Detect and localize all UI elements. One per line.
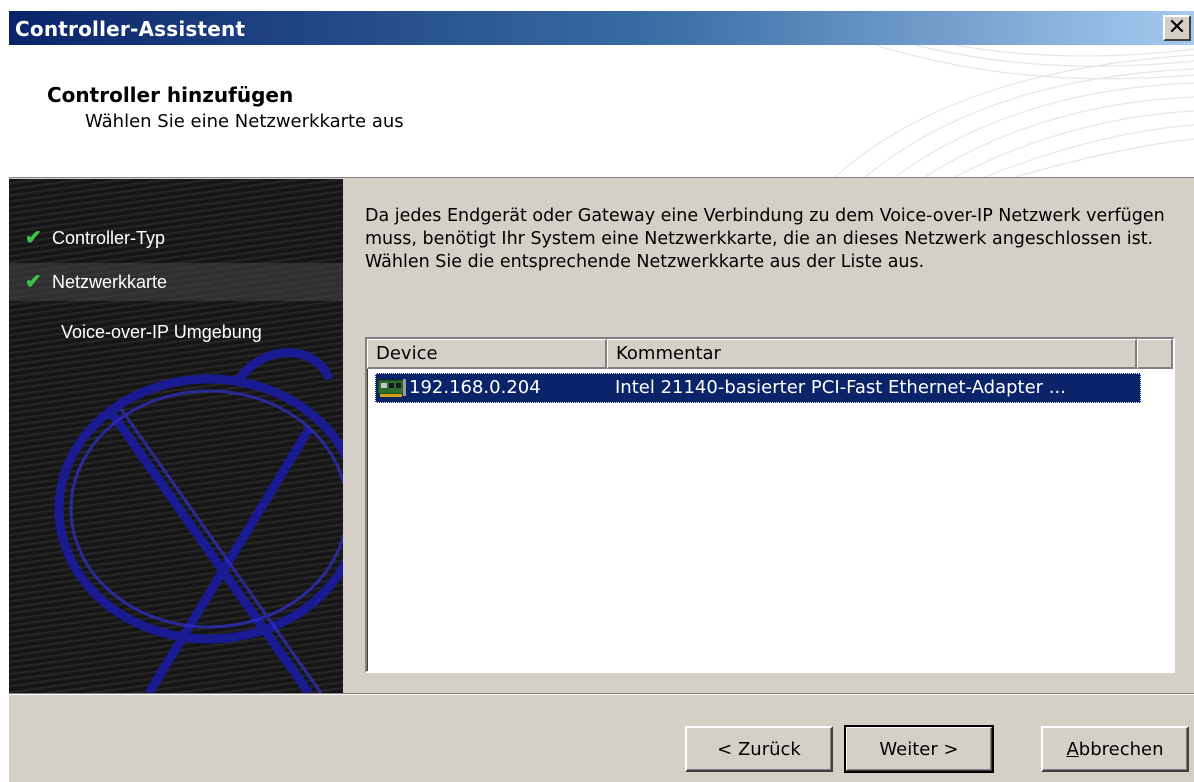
cancel-button-label: Abbrechen — [1066, 739, 1163, 760]
wizard-content: Da jedes Endgerät oder Gateway eine Verb… — [343, 179, 1194, 693]
window-title: Controller-Assistent — [15, 17, 246, 41]
wizard-footer: < Zurück Weiter > Abbrechen — [9, 693, 1194, 782]
row-comment: Intel 21140-basierter PCI-Fast Ethernet-… — [615, 377, 1066, 398]
next-button-label: Weiter > — [879, 738, 959, 760]
column-header-filler — [1137, 339, 1173, 369]
sidebar-step-label: Controller-Typ — [52, 228, 166, 248]
title-bar[interactable]: Controller-Assistent ✕ — [9, 11, 1194, 45]
checkmark-icon: ✔ — [25, 227, 42, 249]
description-text: Da jedes Endgerät oder Gateway eine Verb… — [365, 206, 1165, 272]
column-header-label: Kommentar — [616, 343, 721, 364]
close-icon: ✕ — [1167, 15, 1187, 40]
back-button-label: < Zurück — [717, 738, 801, 760]
sidebar-step-controller-typ: ✔ Controller-Typ — [9, 219, 343, 257]
column-header-device[interactable]: Device — [367, 339, 607, 369]
wizard-window: Controller-Assistent ✕ Controller hinzuf… — [8, 10, 1194, 782]
next-button[interactable]: Weiter > — [844, 725, 994, 773]
sidebar-step-label: Netzwerkkarte — [52, 272, 168, 292]
cancel-button[interactable]: Abbrechen — [1041, 726, 1189, 772]
sidebar-step-voip-umgebung: Voice-over-IP Umgebung — [9, 313, 343, 351]
column-header-label: Device — [376, 343, 438, 364]
close-button[interactable]: ✕ — [1163, 15, 1191, 41]
cancel-mnemonic: A — [1066, 738, 1079, 760]
row-device: 192.168.0.204 — [409, 377, 541, 398]
checkmark-icon: ✔ — [25, 271, 42, 293]
header-swirl-decoration — [834, 45, 1194, 177]
header-title: Controller hinzufügen — [47, 83, 294, 107]
wizard-sidebar: ✔ Controller-Typ ✔ Netzwerkkarte Voice-o… — [9, 179, 343, 693]
back-button[interactable]: < Zurück — [685, 726, 833, 772]
table-row[interactable]: 192.168.0.204 Intel 21140-basierter PCI-… — [375, 373, 1141, 403]
cancel-label-rest: bbrechen — [1078, 738, 1164, 760]
wizard-header: Controller hinzufügen Wählen Sie eine Ne… — [9, 45, 1194, 178]
sidebar-step-label: Voice-over-IP Umgebung — [61, 322, 262, 342]
network-card-icon — [377, 379, 406, 397]
network-card-list[interactable]: Device Kommentar 192.168.0.204 Intel 211… — [365, 337, 1175, 673]
header-subtitle: Wählen Sie eine Netzwerkkarte aus — [85, 111, 404, 132]
column-header-kommentar[interactable]: Kommentar — [607, 339, 1137, 369]
sidebar-step-netzwerkkarte: ✔ Netzwerkkarte — [9, 263, 343, 301]
